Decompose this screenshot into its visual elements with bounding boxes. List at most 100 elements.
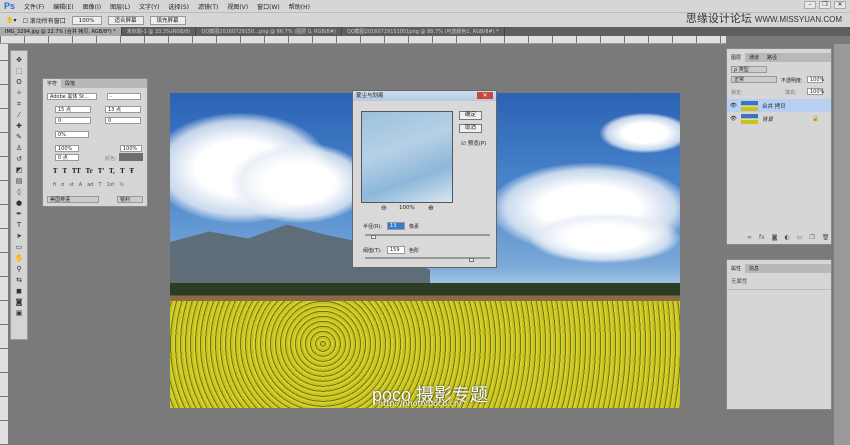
tab-paragraph[interactable]: 段落 — [61, 79, 79, 88]
discretionary-ligatures-button[interactable]: ơ — [61, 182, 64, 188]
blend-mode-select[interactable]: 正常 — [731, 76, 777, 83]
radius-slider-thumb[interactable] — [371, 235, 376, 239]
menu-view[interactable]: 视图(V) — [227, 2, 248, 11]
tab-properties[interactable]: 属性 — [727, 264, 746, 273]
swash-button[interactable]: st — [69, 182, 74, 188]
link-icon[interactable]: ∞ — [747, 234, 752, 241]
tab-character[interactable]: 字符 — [43, 79, 62, 88]
layer-row[interactable]: 👁 合并 拷贝 — [727, 99, 831, 112]
ordinal-button[interactable]: 1st — [107, 182, 115, 188]
new-layer-icon[interactable]: ❐ — [809, 234, 814, 241]
healing-brush-icon[interactable]: ✚ — [13, 121, 25, 131]
radius-slider[interactable] — [365, 234, 490, 239]
menu-file[interactable]: 文件(F) — [24, 2, 44, 11]
move-tool-icon[interactable]: ✥ — [13, 55, 25, 65]
fit-screen-button[interactable]: 适合屏幕 — [107, 15, 144, 25]
menu-filter[interactable]: 滤镜(T) — [198, 2, 218, 11]
dialog-close-button[interactable]: ✕ — [477, 92, 493, 99]
group-icon[interactable]: ▭ — [797, 234, 803, 241]
zoom-tool-icon[interactable]: ⚲ — [13, 264, 25, 274]
tab-qq2[interactable]: QQ截图20160729151051png @ 88.7% (可选颜色1, RG… — [342, 27, 505, 36]
preview-checkbox[interactable]: ☑ 预览(P) — [461, 139, 486, 147]
close-button[interactable]: ✕ — [834, 1, 846, 9]
underline-button[interactable]: T — [120, 168, 124, 175]
tab-paths[interactable]: 路径 — [763, 53, 781, 62]
horizontal-scale-input[interactable]: 100% — [120, 145, 142, 152]
small-caps-button[interactable]: Tr — [86, 168, 93, 175]
vertical-scale-input[interactable]: 100% — [55, 145, 79, 152]
dodge-tool-icon[interactable]: ● — [13, 198, 25, 208]
swap-colors-icon[interactable]: ⇆ — [13, 275, 25, 285]
threshold-slider[interactable] — [365, 257, 490, 262]
tab-untitled[interactable]: 未标题-1 @ 33.3%(RGB/8) — [122, 27, 197, 36]
stylistic-alt-button[interactable]: A — [79, 182, 82, 188]
lasso-tool-icon[interactable]: ʘ — [13, 77, 25, 87]
mask-icon[interactable]: ◙ — [772, 234, 778, 241]
font-size-input[interactable]: 15 点 — [55, 106, 91, 113]
antialias-select[interactable]: 锐利 — [117, 196, 143, 203]
threshold-input[interactable]: 159 — [387, 246, 405, 254]
menu-window[interactable]: 窗口(W) — [257, 2, 280, 11]
kerning-input[interactable]: 0 — [55, 117, 91, 124]
marquee-tool-icon[interactable]: ⬚ — [13, 66, 25, 76]
fx-icon[interactable]: fx — [759, 234, 765, 241]
adjustment-icon[interactable]: ◐ — [785, 234, 790, 241]
radius-input[interactable]: 13 — [387, 222, 405, 230]
zoom-out-icon[interactable]: ⊖ — [381, 204, 387, 212]
menu-layer[interactable]: 图层(L) — [110, 2, 130, 11]
delete-icon[interactable]: 🗑 — [822, 234, 830, 241]
baseline-shift-input[interactable]: 0 点 — [55, 154, 79, 161]
cancel-button[interactable]: 取消 — [459, 124, 482, 133]
tsume-input[interactable]: 0% — [55, 131, 89, 138]
ligatures-button[interactable]: fi — [53, 182, 56, 188]
opacity-input[interactable]: 100% — [807, 76, 824, 83]
tracking-input[interactable]: 0 — [105, 117, 141, 124]
fill-input[interactable]: 100% — [807, 88, 824, 95]
ordinals-button[interactable]: T — [98, 182, 101, 188]
tab-qq1[interactable]: QQ截图20160729150...png @ 66.7% (图层 0, RGB… — [196, 27, 342, 36]
eraser-icon[interactable]: ◩ — [13, 165, 25, 175]
history-brush-icon[interactable]: ↺ — [13, 154, 25, 164]
screen-mode-icon[interactable]: ▣ — [13, 308, 25, 318]
color-swatches-icon[interactable]: ◼ — [13, 286, 25, 296]
menu-image[interactable]: 图像(I) — [83, 2, 101, 11]
filter-preview[interactable] — [361, 111, 453, 203]
text-color-swatch[interactable] — [119, 153, 143, 161]
quick-mask-icon[interactable]: ◙ — [13, 297, 25, 307]
brush-tool-icon[interactable]: ✎ — [13, 132, 25, 142]
path-select-icon[interactable]: ➤ — [13, 231, 25, 241]
all-caps-button[interactable]: TT — [72, 168, 81, 175]
menu-type[interactable]: 文字(Y) — [139, 2, 159, 11]
tab-img3294[interactable]: IMG_3294.jpg @ 22.7% (合并 拷贝, RGB/8*) * — [0, 27, 122, 36]
gradient-tool-icon[interactable]: ▤ — [13, 176, 25, 186]
menu-help[interactable]: 帮助(H) — [289, 2, 310, 11]
eyedropper-icon[interactable]: ⁄ — [13, 110, 25, 120]
tab-channels[interactable]: 通道 — [745, 53, 763, 62]
strikethrough-button[interactable]: Ŧ — [130, 168, 134, 175]
visibility-eye-icon[interactable]: 👁 — [730, 116, 737, 122]
pen-tool-icon[interactable]: ✒ — [13, 209, 25, 219]
threshold-slider-thumb[interactable] — [469, 258, 474, 262]
hand-tool-icon[interactable]: ✋▾ — [6, 17, 16, 24]
visibility-eye-icon[interactable]: 👁 — [730, 103, 737, 109]
font-style-select[interactable]: - — [107, 93, 141, 100]
shape-tool-icon[interactable]: ▭ — [13, 242, 25, 252]
fractions-button[interactable]: ½ — [119, 182, 124, 188]
titling-button[interactable]: ad — [87, 182, 93, 188]
type-tool-icon[interactable]: T — [13, 220, 25, 230]
stamp-tool-icon[interactable]: ♙ — [13, 143, 25, 153]
scroll-all-checkbox[interactable]: ☐ 滚动所有窗口 — [22, 16, 65, 25]
faux-bold-button[interactable]: T — [53, 168, 57, 175]
language-select[interactable]: 美国英语 — [47, 196, 99, 203]
crop-tool-icon[interactable]: ⌗ — [13, 99, 25, 109]
menu-edit[interactable]: 编辑(E) — [53, 2, 73, 11]
fill-screen-button[interactable]: 填充屏幕 — [149, 15, 186, 25]
hand-tool-icon[interactable]: ✋ — [13, 253, 25, 263]
menu-select[interactable]: 选择(S) — [168, 2, 189, 11]
tab-layers[interactable]: 图层 — [727, 53, 746, 62]
font-family-select[interactable]: Adobe 黑体 St... — [47, 93, 97, 100]
leading-input[interactable]: 13 点 — [105, 106, 141, 113]
subscript-button[interactable]: T, — [109, 168, 115, 175]
blur-tool-icon[interactable]: ◊ — [13, 187, 25, 197]
faux-italic-button[interactable]: T — [62, 168, 66, 175]
